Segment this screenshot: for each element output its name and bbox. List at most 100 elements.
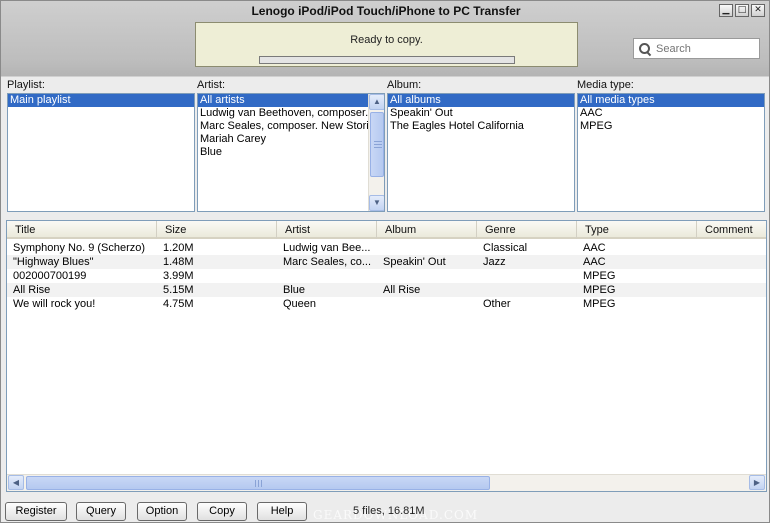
minimize-button[interactable]: ▁ xyxy=(719,4,733,17)
cell-artist: Queen xyxy=(283,298,317,310)
bottom-toolbar: GEARDOWNLOAD.COM Register Query Option C… xyxy=(1,499,770,523)
cell-album xyxy=(383,269,478,283)
album-label: Album: xyxy=(387,79,422,91)
column-size[interactable]: Size xyxy=(157,221,277,239)
cell-title: All Rise xyxy=(13,284,51,296)
column-artist[interactable]: Artist xyxy=(277,221,377,239)
cell-album: Speakin' Out xyxy=(383,256,446,268)
artist-scroll-thumb[interactable] xyxy=(370,112,384,177)
cell-type: AAC xyxy=(583,242,606,254)
playlist-item[interactable]: Main playlist xyxy=(8,94,194,107)
table-row[interactable]: 002000700199 3.99M MPEG xyxy=(7,269,766,283)
cell-comment xyxy=(703,255,766,269)
album-item[interactable]: The Eagles Hotel California xyxy=(388,120,574,133)
window-title: Lenogo iPod/iPod Touch/iPhone to PC Tran… xyxy=(251,4,521,18)
column-title[interactable]: Title xyxy=(7,221,157,239)
artist-items: All artists Ludwig van Beethoven, compos… xyxy=(198,94,368,159)
copy-button[interactable]: Copy xyxy=(197,502,247,521)
cell-size: 4.75M xyxy=(163,298,194,310)
cell-size: 3.99M xyxy=(163,270,194,282)
grip-line xyxy=(261,480,262,487)
column-comment[interactable]: Comment xyxy=(697,221,766,239)
artist-scrollbar[interactable]: ▲ ▼ xyxy=(368,94,384,211)
cell-artist: Blue xyxy=(283,284,306,296)
cell-size: 5.15M xyxy=(163,284,194,296)
table-row[interactable]: We will rock you! 4.75M Queen Other MPEG xyxy=(7,297,766,311)
cell-comment xyxy=(703,269,766,283)
artist-label: Artist: xyxy=(197,79,226,91)
cell-comment xyxy=(703,241,766,255)
grip-line xyxy=(374,144,382,145)
album-list[interactable]: All albums Speakin' Out The Eagles Hotel… xyxy=(387,93,575,212)
progress-bar xyxy=(259,56,515,64)
cell-genre xyxy=(483,283,578,297)
cell-genre: Classical xyxy=(483,242,528,254)
cell-album xyxy=(383,297,478,311)
cell-type: MPEG xyxy=(583,298,616,310)
option-button[interactable]: Option xyxy=(137,502,187,521)
cell-type: MPEG xyxy=(583,284,616,296)
cell-title: Symphony No. 9 (Scherzo) xyxy=(13,242,146,254)
cell-type: AAC xyxy=(583,256,606,268)
cell-artist xyxy=(283,269,378,283)
close-button[interactable]: ✕ xyxy=(751,4,765,17)
scroll-up-icon[interactable]: ▲ xyxy=(369,94,384,110)
cell-genre: Jazz xyxy=(483,256,506,268)
cell-title: "Highway Blues" xyxy=(13,256,94,268)
table-row[interactable]: "Highway Blues" 1.48M Marc Seales, co...… xyxy=(7,255,766,269)
grip-line xyxy=(374,141,382,142)
search-input[interactable] xyxy=(656,42,756,55)
album-item[interactable]: All albums xyxy=(388,94,574,107)
table-row[interactable]: Symphony No. 9 (Scherzo) 1.20M Ludwig va… xyxy=(7,241,766,255)
artist-item[interactable]: All artists xyxy=(198,94,368,107)
files-info: 5 files, 16.81M xyxy=(353,505,425,517)
playlist-label: Playlist: xyxy=(7,79,45,91)
query-button[interactable]: Query xyxy=(76,502,126,521)
table-horizontal-scrollbar[interactable]: ◀ ▶ xyxy=(7,474,766,491)
cell-artist: Marc Seales, co... xyxy=(283,256,372,268)
column-genre[interactable]: Genre xyxy=(477,221,577,239)
cell-genre: Other xyxy=(483,298,511,310)
cell-comment xyxy=(703,283,766,297)
media-type-list[interactable]: All media types AAC MPEG xyxy=(577,93,765,212)
table-row[interactable]: All Rise 5.15M Blue All Rise MPEG xyxy=(7,283,766,297)
table-scroll-thumb[interactable] xyxy=(26,476,490,490)
artist-item[interactable]: Marc Seales, composer. New Stories xyxy=(198,120,368,133)
maximize-button[interactable]: □ xyxy=(735,4,749,17)
column-type[interactable]: Type xyxy=(577,221,697,239)
artist-item[interactable]: Ludwig van Beethoven, composer. xyxy=(198,107,368,120)
artist-list[interactable]: All artists Ludwig van Beethoven, compos… xyxy=(197,93,385,212)
cell-size: 1.20M xyxy=(163,242,194,254)
grip-line xyxy=(255,480,256,487)
media-type-item[interactable]: All media types xyxy=(578,94,764,107)
scroll-down-icon[interactable]: ▼ xyxy=(369,195,384,211)
table-header: Title Size Artist Album Genre Type Comme… xyxy=(7,221,766,239)
search-box[interactable] xyxy=(633,38,760,59)
help-button[interactable]: Help xyxy=(257,502,307,521)
artist-item[interactable]: Blue xyxy=(198,146,368,159)
cell-comment xyxy=(703,297,766,311)
register-button[interactable]: Register xyxy=(5,502,67,521)
app-window: Lenogo iPod/iPod Touch/iPhone to PC Tran… xyxy=(0,0,770,523)
playlist-list[interactable]: Main playlist xyxy=(7,93,195,212)
status-text: Ready to copy. xyxy=(350,34,423,46)
cell-title: We will rock you! xyxy=(13,298,96,310)
cell-album: All Rise xyxy=(383,284,421,296)
grip-line xyxy=(374,147,382,148)
media-type-item[interactable]: AAC xyxy=(578,107,764,120)
album-item[interactable]: Speakin' Out xyxy=(388,107,574,120)
column-album[interactable]: Album xyxy=(377,221,477,239)
scroll-left-icon[interactable]: ◀ xyxy=(8,475,24,490)
media-type-item[interactable]: MPEG xyxy=(578,120,764,133)
cell-size: 1.48M xyxy=(163,256,194,268)
cell-genre xyxy=(483,269,578,283)
cell-type: MPEG xyxy=(583,270,616,282)
artist-item[interactable]: Mariah Carey xyxy=(198,133,368,146)
window-controls: ▁ □ ✕ xyxy=(719,4,765,17)
scroll-right-icon[interactable]: ▶ xyxy=(749,475,765,490)
cell-album xyxy=(383,241,478,255)
cell-artist: Ludwig van Bee... xyxy=(283,242,371,254)
status-panel: Ready to copy. xyxy=(195,22,578,67)
media-type-label: Media type: xyxy=(577,79,634,91)
file-table[interactable]: Title Size Artist Album Genre Type Comme… xyxy=(6,220,767,492)
